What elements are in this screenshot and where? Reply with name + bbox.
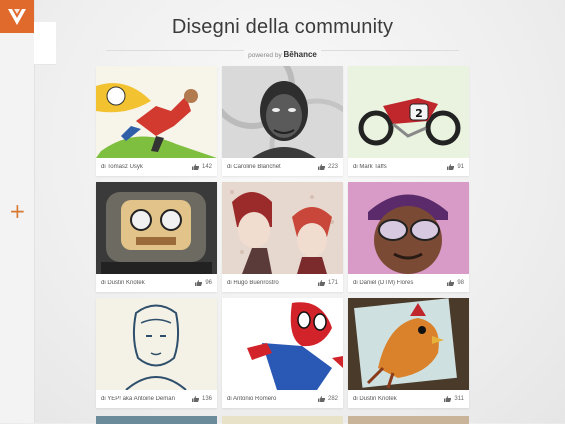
- card-author[interactable]: di Hugo Buenrostro: [222, 280, 318, 286]
- thumbs-up-icon: [447, 164, 455, 170]
- thumbs-up-icon: [317, 164, 325, 170]
- card-footer: di Tomasz Usyk 142: [96, 158, 217, 176]
- card-likes[interactable]: 311: [444, 396, 469, 402]
- card-footer: di Hugo Buenrostro 171: [222, 274, 343, 292]
- likes-count: 98: [457, 280, 464, 286]
- card-author[interactable]: di Mark Taffs: [348, 164, 447, 170]
- card-footer: di Dustin Knotek 311: [348, 390, 469, 408]
- card-author[interactable]: di Tomasz Usyk: [96, 164, 192, 170]
- artwork-card[interactable]: di Daniel (DTM) Flores 98: [348, 182, 469, 292]
- card-likes[interactable]: 91: [447, 164, 469, 170]
- card-footer: di Mark Taffs 91: [348, 158, 469, 176]
- sunglasses-portrait[interactable]: [348, 182, 469, 274]
- svg-text:2: 2: [415, 107, 423, 120]
- card-likes[interactable]: 142: [191, 164, 217, 170]
- likes-count: 136: [201, 396, 212, 402]
- card-author[interactable]: di Dustin Knotek: [348, 396, 444, 402]
- left-toolbar: +: [0, 0, 35, 423]
- collapsed-panel: [34, 22, 56, 65]
- thumbs-up-icon: [317, 396, 325, 402]
- thumbs-up-icon: [191, 164, 199, 170]
- powered-by-row: powered by Bēhance: [96, 44, 469, 59]
- likes-count: 96: [205, 280, 212, 286]
- likes-count: 282: [327, 396, 338, 402]
- card-footer: di Caroline Blanchet 223: [222, 158, 343, 176]
- thumbs-up-icon: [447, 280, 455, 286]
- card-footer: di YEP! aka Antoine Deman 136: [96, 390, 217, 408]
- card-likes[interactable]: 96: [195, 280, 217, 286]
- powered-by-prefix: powered by: [248, 52, 282, 59]
- card-author[interactable]: di Caroline Blanchet: [222, 164, 318, 170]
- spider-man-illustration[interactable]: [222, 298, 343, 390]
- portrait-drawing[interactable]: [222, 66, 343, 158]
- artwork-card[interactable]: di Caroline Blanchet 223: [222, 66, 343, 176]
- likes-count: 91: [457, 164, 464, 170]
- likes-count: 171: [327, 280, 338, 286]
- card-footer: di Dustin Knotek 96: [96, 274, 217, 292]
- thumbs-up-icon: [191, 396, 199, 402]
- rooster-illustration[interactable]: [348, 298, 469, 390]
- artwork-card[interactable]: di Dustin Knotek 311: [348, 298, 469, 408]
- card-likes[interactable]: 171: [317, 280, 343, 286]
- artwork-card[interactable]: di Tomasz Usyk 142: [96, 66, 217, 176]
- artwork-card[interactable]: di Hugo Buenrostro 171: [222, 182, 343, 292]
- powered-by-label[interactable]: powered by Bēhance: [244, 50, 321, 59]
- behance-brand: Bēhance: [283, 50, 317, 59]
- card-likes[interactable]: 223: [317, 164, 343, 170]
- soccer-player-illustration[interactable]: [96, 66, 217, 158]
- card-likes[interactable]: 98: [447, 280, 469, 286]
- artwork-card[interactable]: di YEP! aka Antoine Deman 136: [96, 298, 217, 408]
- page-header: Disegni della community powered by Bēhan…: [96, 14, 469, 59]
- card-likes[interactable]: 136: [191, 396, 217, 402]
- card-author[interactable]: di Dustin Knotek: [96, 280, 195, 286]
- likes-count: 142: [201, 164, 212, 170]
- card-author[interactable]: di Daniel (DTM) Flores: [348, 280, 447, 286]
- line-portrait[interactable]: [96, 298, 217, 390]
- card-author[interactable]: di Antonio Romero: [222, 396, 318, 402]
- two-figures-illustration[interactable]: [222, 182, 343, 274]
- likes-count: 223: [327, 164, 338, 170]
- artwork-card[interactable]: di Antonio Romero 282: [222, 298, 343, 408]
- card-footer: di Antonio Romero 282: [222, 390, 343, 408]
- motorcycle-illustration[interactable]: 2: [348, 66, 469, 158]
- artwork-card[interactable]: di Dustin Knotek 96: [96, 182, 217, 292]
- thumbs-up-icon: [317, 280, 325, 286]
- page-title: Disegni della community: [171, 16, 394, 38]
- card-author[interactable]: di YEP! aka Antoine Deman: [96, 396, 192, 402]
- card-likes[interactable]: 282: [317, 396, 343, 402]
- plus-icon[interactable]: +: [9, 200, 26, 222]
- likes-count: 311: [454, 396, 464, 402]
- brand-logo-icon[interactable]: [0, 0, 34, 33]
- artwork-card[interactable]: 2 di Mark Taffs 91: [348, 66, 469, 176]
- thumbs-up-icon: [444, 396, 452, 402]
- card-footer: di Daniel (DTM) Flores 98: [348, 274, 469, 292]
- robot-face-illustration[interactable]: [96, 182, 217, 274]
- thumbs-up-icon: [195, 280, 203, 286]
